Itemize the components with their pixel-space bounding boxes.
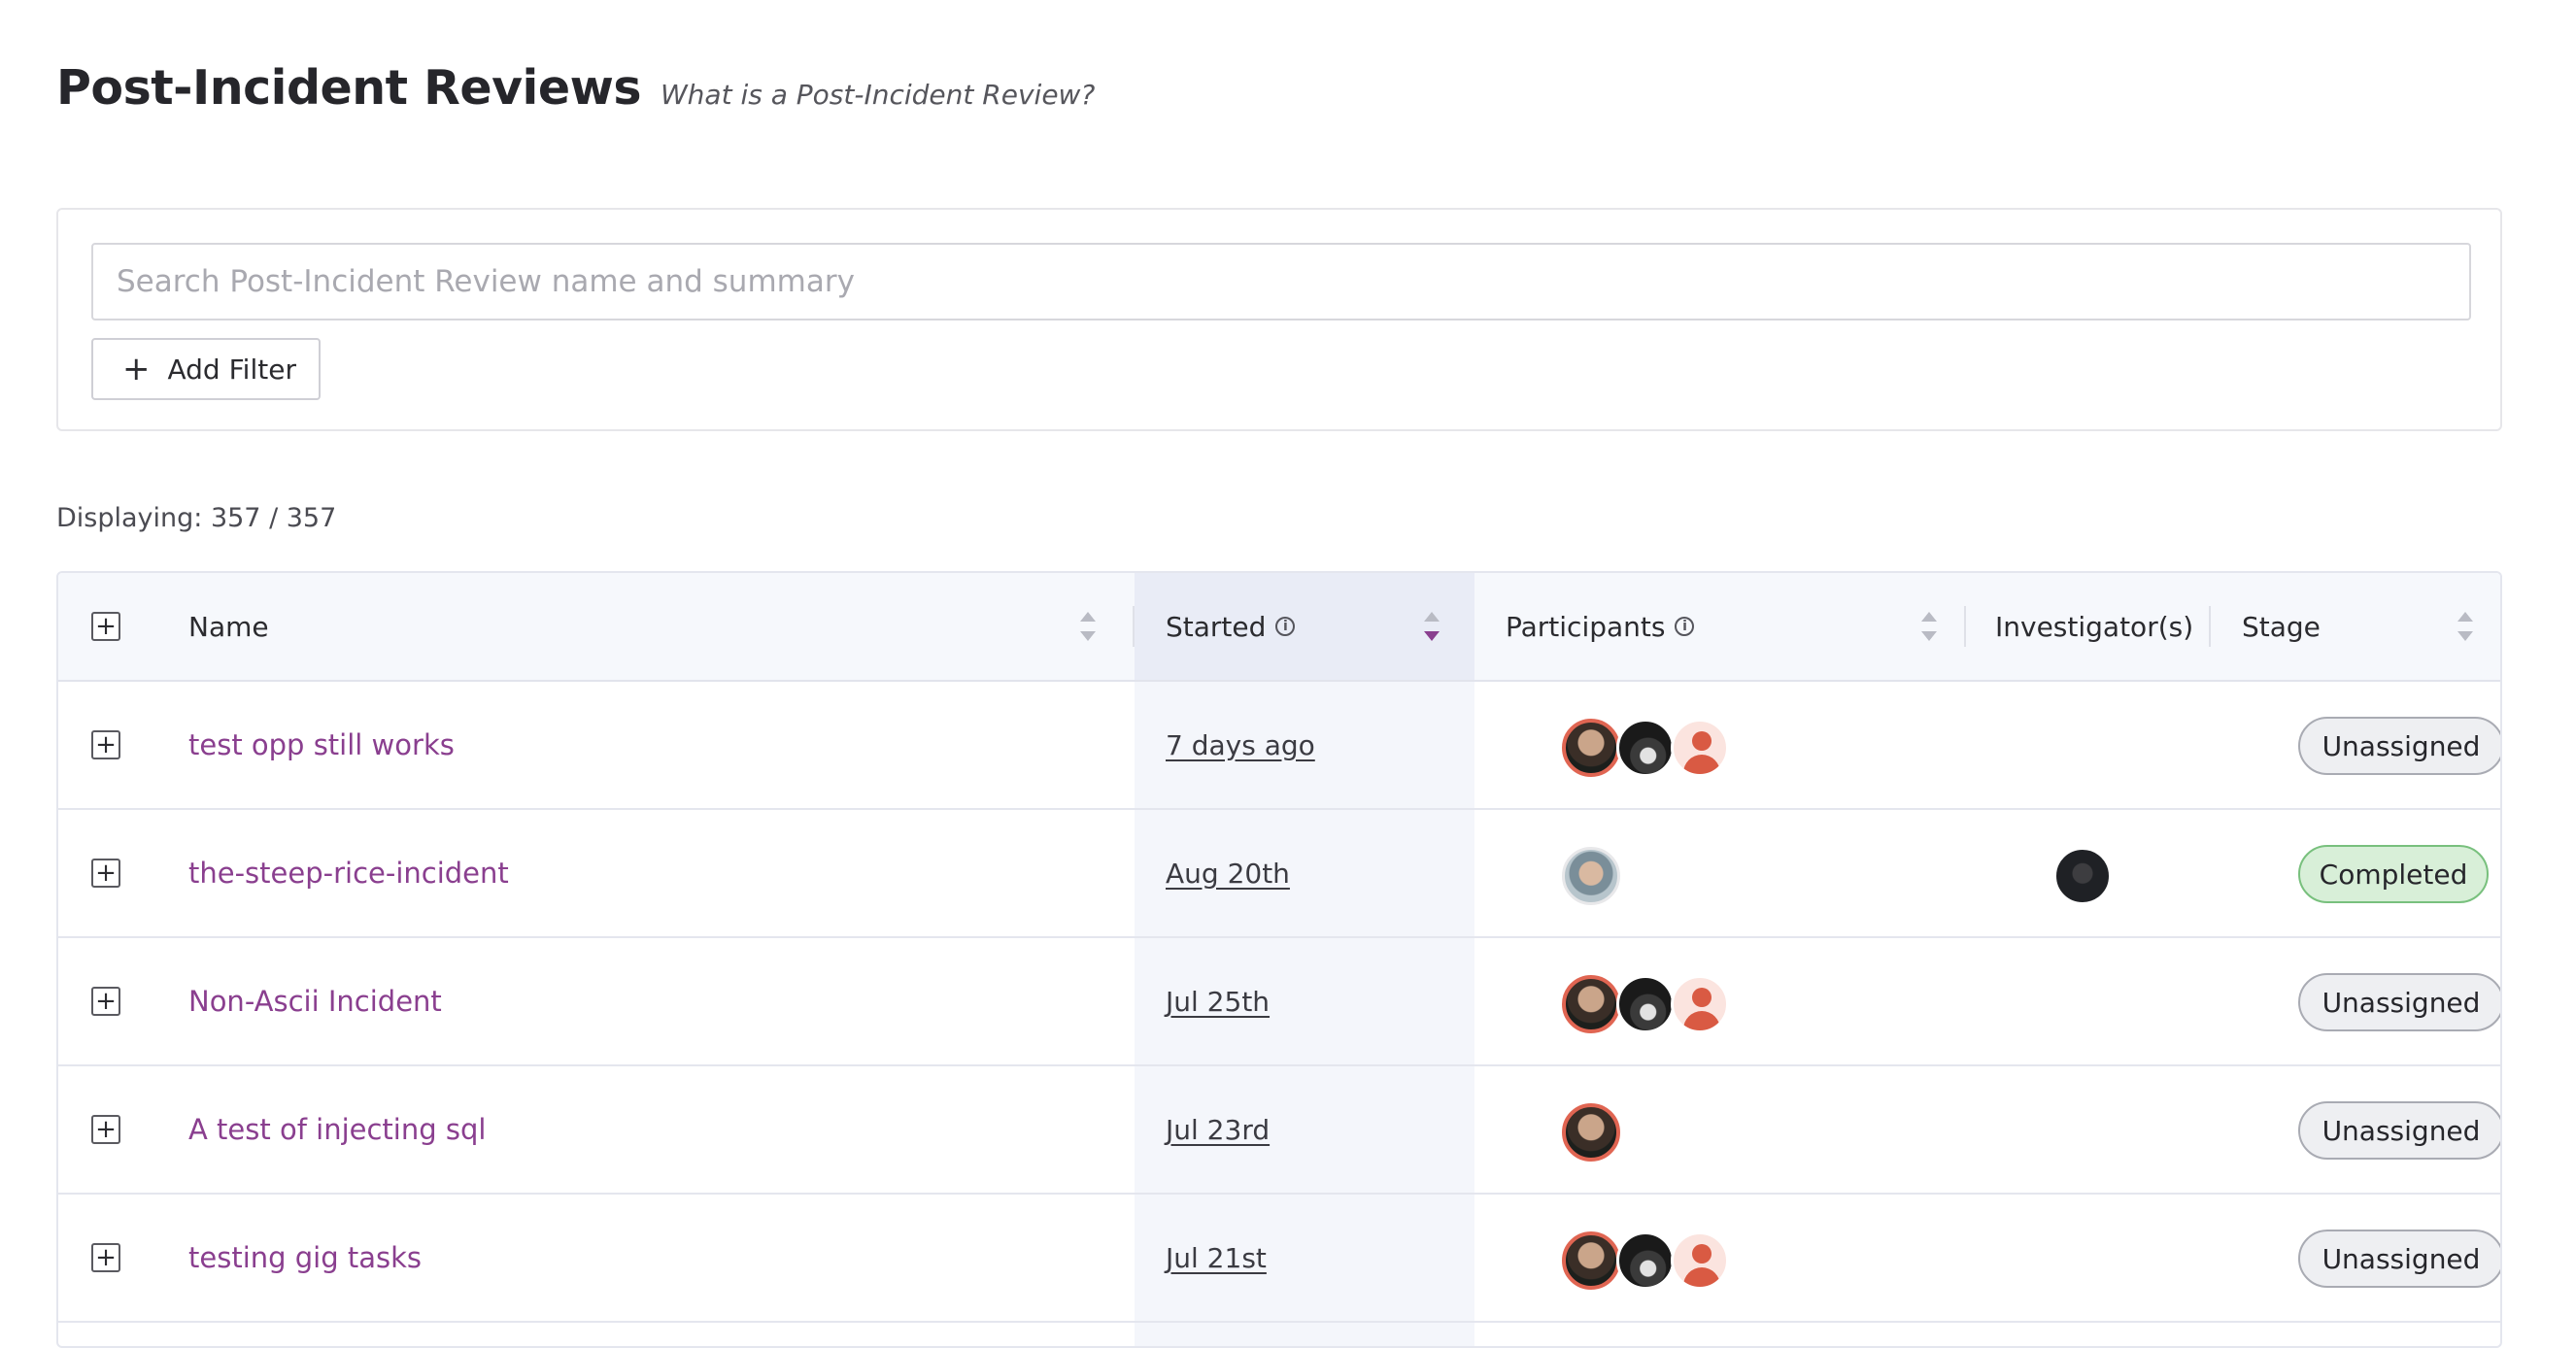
- add-filter-button[interactable]: + Add Filter: [91, 338, 321, 400]
- page-header: Post-Incident Reviews What is a Post-Inc…: [56, 60, 1095, 128]
- avatar[interactable]: [1562, 1103, 1620, 1162]
- participants-avatars: [1562, 1231, 1729, 1290]
- expand-row-button[interactable]: +: [91, 1243, 120, 1272]
- participants-avatars: [1562, 1103, 1620, 1162]
- stage-badge[interactable]: Unassigned: [2298, 717, 2500, 775]
- column-divider: [1133, 606, 1135, 647]
- started-date[interactable]: Jul 25th: [1166, 938, 1270, 1064]
- investigator-avatars: [2053, 847, 2112, 905]
- column-divider: [2209, 606, 2211, 647]
- expand-row-button[interactable]: +: [91, 987, 120, 1016]
- reviews-table: + Name Started i Participants i Investig…: [56, 571, 2502, 1348]
- add-filter-label: Add Filter: [167, 353, 296, 386]
- review-name-link[interactable]: test opp still works: [188, 682, 455, 808]
- started-date[interactable]: 7 days ago: [1166, 682, 1315, 808]
- avatar-default-icon[interactable]: [1671, 1231, 1729, 1290]
- column-label-name: Name: [188, 610, 269, 643]
- info-icon[interactable]: i: [1275, 617, 1296, 636]
- info-icon[interactable]: i: [1675, 617, 1695, 636]
- sort-participants-icon[interactable]: [1921, 610, 1937, 643]
- participants-avatars: [1562, 975, 1729, 1033]
- column-divider: [1964, 606, 1966, 647]
- table-row[interactable]: + the-steep-rice-incident Aug 20th Compl…: [58, 810, 2500, 938]
- avatar[interactable]: [1562, 719, 1620, 777]
- stage-badge[interactable]: Completed: [2298, 845, 2489, 903]
- table-row[interactable]: + test opp still works 7 days ago Unassi…: [58, 682, 2500, 810]
- avatar[interactable]: [1616, 719, 1675, 777]
- avatar[interactable]: [2053, 847, 2112, 905]
- table-row[interactable]: + testing gig tasks Jul 21st Unassigned: [58, 1195, 2500, 1323]
- table-header: + Name Started i Participants i Investig…: [58, 573, 2500, 682]
- avatar[interactable]: [1616, 975, 1675, 1033]
- sort-stage-icon[interactable]: [2457, 610, 2473, 643]
- avatar[interactable]: [1616, 1231, 1675, 1290]
- plus-icon: +: [122, 350, 151, 388]
- avatar-default-icon[interactable]: [1671, 975, 1729, 1033]
- filter-panel: + Add Filter: [56, 208, 2502, 431]
- review-name-link[interactable]: A test of injecting sql: [188, 1066, 486, 1193]
- table-row[interactable]: + A test of injecting sql Jul 23rd Unass…: [58, 1066, 2500, 1195]
- result-count: Displaying: 357 / 357: [56, 503, 337, 533]
- review-name-link[interactable]: Non-Ascii Incident: [188, 938, 442, 1064]
- avatar[interactable]: [1562, 847, 1620, 905]
- expand-all-button[interactable]: +: [91, 612, 120, 641]
- sort-name-icon[interactable]: [1080, 610, 1096, 643]
- started-date[interactable]: Jul 23rd: [1166, 1066, 1270, 1193]
- column-label-started: Started: [1166, 610, 1267, 643]
- column-label-investigators: Investigator(s): [1995, 610, 2194, 643]
- column-label-participants: Participants: [1506, 610, 1666, 643]
- page-title: Post-Incident Reviews: [56, 60, 642, 116]
- stage-badge[interactable]: Unassigned: [2298, 1230, 2500, 1288]
- column-header-investigators: Investigator(s): [1995, 573, 2193, 680]
- table-row[interactable]: + Non-Ascii Incident Jul 25th Unassigned: [58, 938, 2500, 1066]
- avatar[interactable]: [1562, 1231, 1620, 1290]
- column-header-participants[interactable]: Participants i: [1506, 573, 1695, 680]
- column-label-stage: Stage: [2242, 610, 2321, 643]
- started-date[interactable]: Aug 20th: [1166, 810, 1290, 936]
- started-date[interactable]: Jul 21st: [1166, 1195, 1267, 1321]
- participants-avatars: [1562, 847, 1620, 905]
- column-header-name[interactable]: Name: [188, 573, 269, 680]
- stage-badge[interactable]: Unassigned: [2298, 1101, 2500, 1160]
- help-link[interactable]: What is a Post-Incident Review?: [661, 79, 1095, 111]
- review-name-link[interactable]: testing gig tasks: [188, 1195, 422, 1321]
- search-input[interactable]: [91, 243, 2471, 320]
- column-header-stage[interactable]: Stage: [2242, 573, 2321, 680]
- expand-row-button[interactable]: +: [91, 730, 120, 759]
- review-name-link[interactable]: the-steep-rice-incident: [188, 810, 509, 936]
- column-header-started[interactable]: Started i: [1166, 573, 1296, 680]
- expand-row-button[interactable]: +: [91, 1115, 120, 1144]
- avatar-default-icon[interactable]: [1671, 719, 1729, 777]
- stage-badge[interactable]: Unassigned: [2298, 973, 2500, 1031]
- participants-avatars: [1562, 719, 1729, 777]
- sort-started-icon[interactable]: [1424, 610, 1440, 643]
- avatar[interactable]: [1562, 975, 1620, 1033]
- expand-row-button[interactable]: +: [91, 859, 120, 888]
